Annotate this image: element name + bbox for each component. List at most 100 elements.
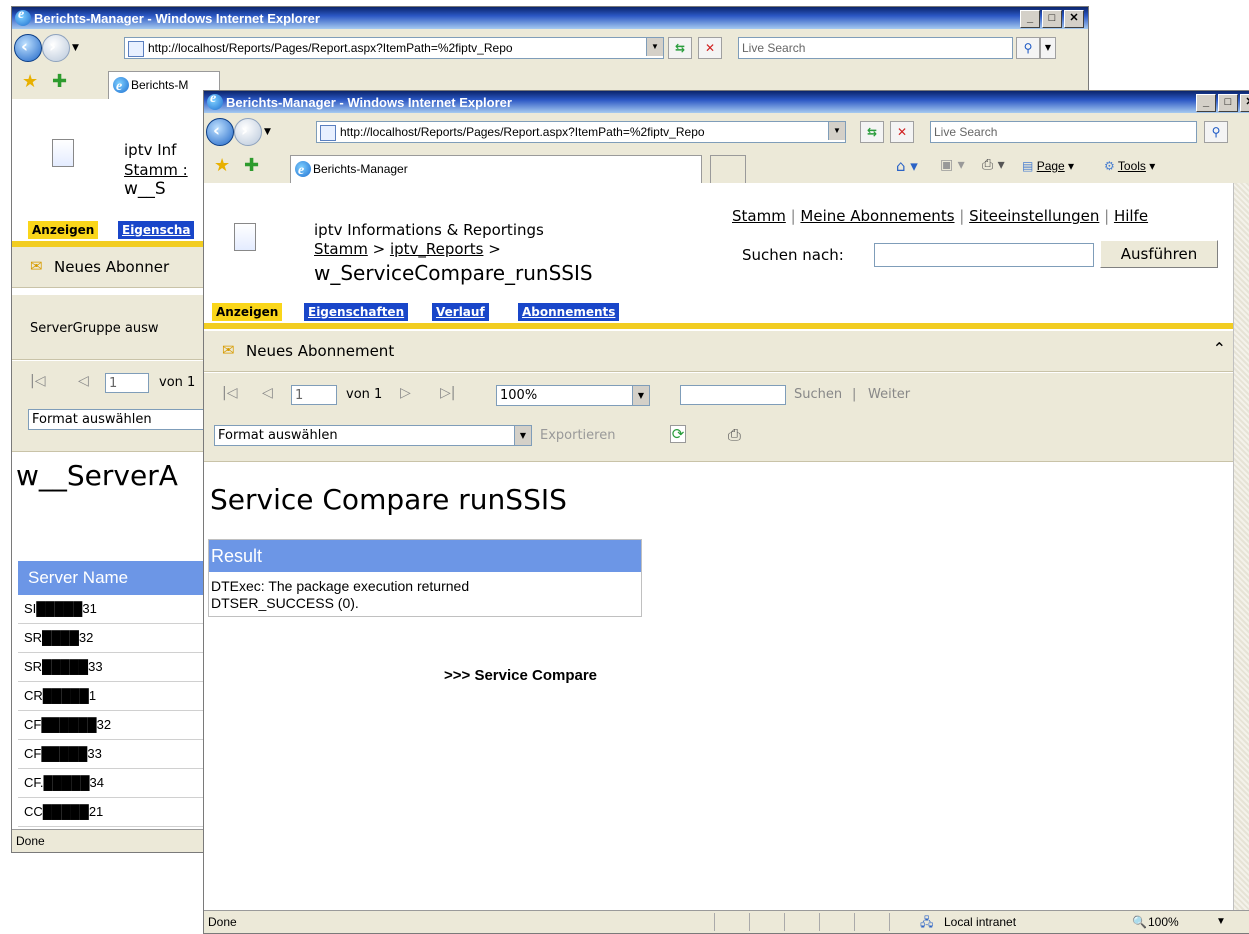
print-report-icon[interactable]: ⎙ [728, 425, 741, 445]
report-icon [52, 139, 74, 167]
back-search-input[interactable]: Live Search [738, 37, 1013, 59]
address-dropdown-icon[interactable]: ▼ [828, 122, 845, 140]
format-select[interactable]: Format auswählen ▼ [214, 425, 532, 446]
front-search-input[interactable]: Live Search [930, 121, 1197, 143]
refresh-report-icon[interactable]: ⟳ [670, 425, 686, 443]
zone-icon: 🖧 [920, 915, 934, 929]
page-menu[interactable]: ▤ Page ▾ [1022, 159, 1074, 173]
refresh-button[interactable]: ⇆ [668, 37, 692, 59]
forward-button[interactable]: › [234, 118, 262, 146]
zone-label: Local intranet [944, 915, 1017, 929]
search-icon[interactable]: ⚲ [1204, 121, 1228, 143]
back-site-title: iptv Inf [124, 141, 177, 159]
page-input[interactable]: 1 [291, 385, 337, 405]
back-button[interactable]: ‹ [14, 34, 42, 62]
report-icon [234, 223, 256, 251]
tab-eigenschaften[interactable]: Eigenschaften [304, 303, 409, 321]
tab-verlauf[interactable]: Verlauf [432, 303, 489, 321]
first-page-icon[interactable]: |◁ [222, 385, 237, 401]
back-title-bar[interactable]: Berichts-Manager - Windows Internet Expl… [12, 7, 1088, 29]
feeds-icon[interactable]: ▣ ▾ [940, 157, 965, 173]
minimize-button[interactable]: _ [1196, 94, 1216, 112]
service-compare-link[interactable]: >>> Service Compare [444, 667, 597, 684]
print-icon[interactable]: ⎙ ▾ [982, 157, 1005, 173]
new-subscription-link[interactable]: Neues Abonnement [246, 342, 394, 360]
back-tab-eigenschaften[interactable]: Eigenscha [118, 221, 195, 239]
maximize-button[interactable]: □ [1218, 94, 1238, 112]
search-options-icon[interactable]: ▼ [1040, 37, 1056, 59]
back-format-select[interactable]: Format auswählen [28, 409, 228, 430]
zoom-select[interactable]: 100% ▼ [496, 385, 650, 406]
page-of-label: von 1 [346, 387, 383, 402]
back-report-title: w__S [124, 179, 166, 199]
back-arrow-icon: ‹ [213, 121, 221, 141]
add-favorites-icon[interactable]: ✚ [244, 155, 259, 176]
help-link[interactable]: Hilfe [1114, 207, 1148, 225]
close-button[interactable]: ✕ [1064, 10, 1084, 28]
site-search-input[interactable] [874, 243, 1094, 267]
prev-page-icon[interactable]: ◁ [78, 373, 89, 389]
favorites-star-icon[interactable]: ★ [214, 155, 230, 176]
search-icon[interactable]: ⚲ [1016, 37, 1040, 59]
find-text-input[interactable] [680, 385, 786, 405]
prev-page-icon[interactable]: ◁ [262, 385, 273, 401]
execute-button[interactable]: Ausführen [1100, 240, 1218, 268]
back-status-text: Done [16, 834, 45, 848]
first-page-icon[interactable]: |◁ [30, 373, 45, 389]
address-dropdown-icon[interactable]: ▼ [646, 38, 663, 56]
forward-button[interactable]: › [42, 34, 70, 62]
minimize-button[interactable]: _ [1020, 10, 1040, 28]
history-dropdown-icon[interactable]: ▼ [264, 127, 271, 137]
add-favorites-icon[interactable]: ✚ [52, 71, 67, 92]
stop-button[interactable]: ✕ [890, 121, 914, 143]
last-page-icon[interactable]: ▷| [440, 385, 455, 401]
back-page-input[interactable]: 1 [105, 373, 149, 393]
export-link[interactable]: Exportieren [540, 428, 615, 443]
front-browser-tab[interactable]: Berichts-Manager [290, 155, 702, 183]
table-row: CF██████32 [18, 711, 218, 740]
status-zoom[interactable]: 100% [1148, 911, 1179, 933]
tab-abonnements[interactable]: Abonnements [518, 303, 620, 321]
tab-ie-icon [113, 74, 129, 99]
home-icon[interactable]: ⌂ ▾ [896, 157, 918, 175]
back-address-bar[interactable]: http://localhost/Reports/Pages/Report.as… [124, 37, 664, 59]
page-icon [128, 41, 144, 57]
back-button[interactable]: ‹ [206, 118, 234, 146]
zoom-icon: 🔍 [1132, 915, 1147, 929]
front-site-title: iptv Informations & Reportings [314, 221, 544, 239]
table-row: SR████32 [18, 624, 218, 653]
next-page-icon[interactable]: ▷ [400, 385, 411, 401]
next-link[interactable]: Weiter [868, 387, 910, 402]
table-row: CF.█████34 [18, 769, 218, 798]
vertical-scrollbar[interactable] [1233, 183, 1249, 910]
back-new-subscription[interactable]: Neues Abonner [54, 258, 169, 276]
ie-logo-icon [15, 7, 31, 26]
maximize-button[interactable]: □ [1042, 10, 1062, 28]
forward-arrow-icon: › [49, 37, 57, 57]
site-settings-link[interactable]: Siteeinstellungen [969, 207, 1099, 225]
table-row: CC█████21 [18, 798, 218, 827]
breadcrumb-home-link[interactable]: Stamm [314, 240, 368, 258]
collapse-icon[interactable]: ⌃ [1213, 339, 1226, 358]
front-title-bar[interactable]: Berichts-Manager - Windows Internet Expl… [204, 91, 1249, 113]
refresh-button[interactable]: ⇆ [860, 121, 884, 143]
home-link[interactable]: Stamm [732, 207, 786, 225]
close-button[interactable]: ✕ [1240, 94, 1249, 112]
forward-arrow-icon: › [241, 121, 249, 141]
favorites-star-icon[interactable]: ★ [22, 71, 38, 92]
tools-menu[interactable]: ⚙ Tools ▾ [1104, 159, 1155, 173]
tab-anzeigen[interactable]: Anzeigen [212, 303, 283, 321]
history-dropdown-icon[interactable]: ▼ [72, 43, 79, 53]
back-breadcrumb[interactable]: Stamm : [124, 161, 188, 179]
page-menu-icon: ▤ [1022, 159, 1034, 173]
result-table: Result DTExec: The package execution ret… [208, 539, 642, 617]
breadcrumb-folder-link[interactable]: iptv_Reports [390, 240, 484, 258]
front-address-bar[interactable]: http://localhost/Reports/Pages/Report.as… [316, 121, 846, 143]
server-table: Server Name SI█████31 SR████32 SR█████33 CR… [18, 561, 218, 827]
back-tab-anzeigen[interactable]: Anzeigen [28, 221, 99, 239]
find-link[interactable]: Suchen [794, 387, 842, 402]
stop-button[interactable]: ✕ [698, 37, 722, 59]
my-subscriptions-link[interactable]: Meine Abonnements [800, 207, 954, 225]
zoom-dropdown-icon[interactable]: ▼ [1216, 911, 1226, 933]
new-tab-button[interactable] [710, 155, 746, 183]
